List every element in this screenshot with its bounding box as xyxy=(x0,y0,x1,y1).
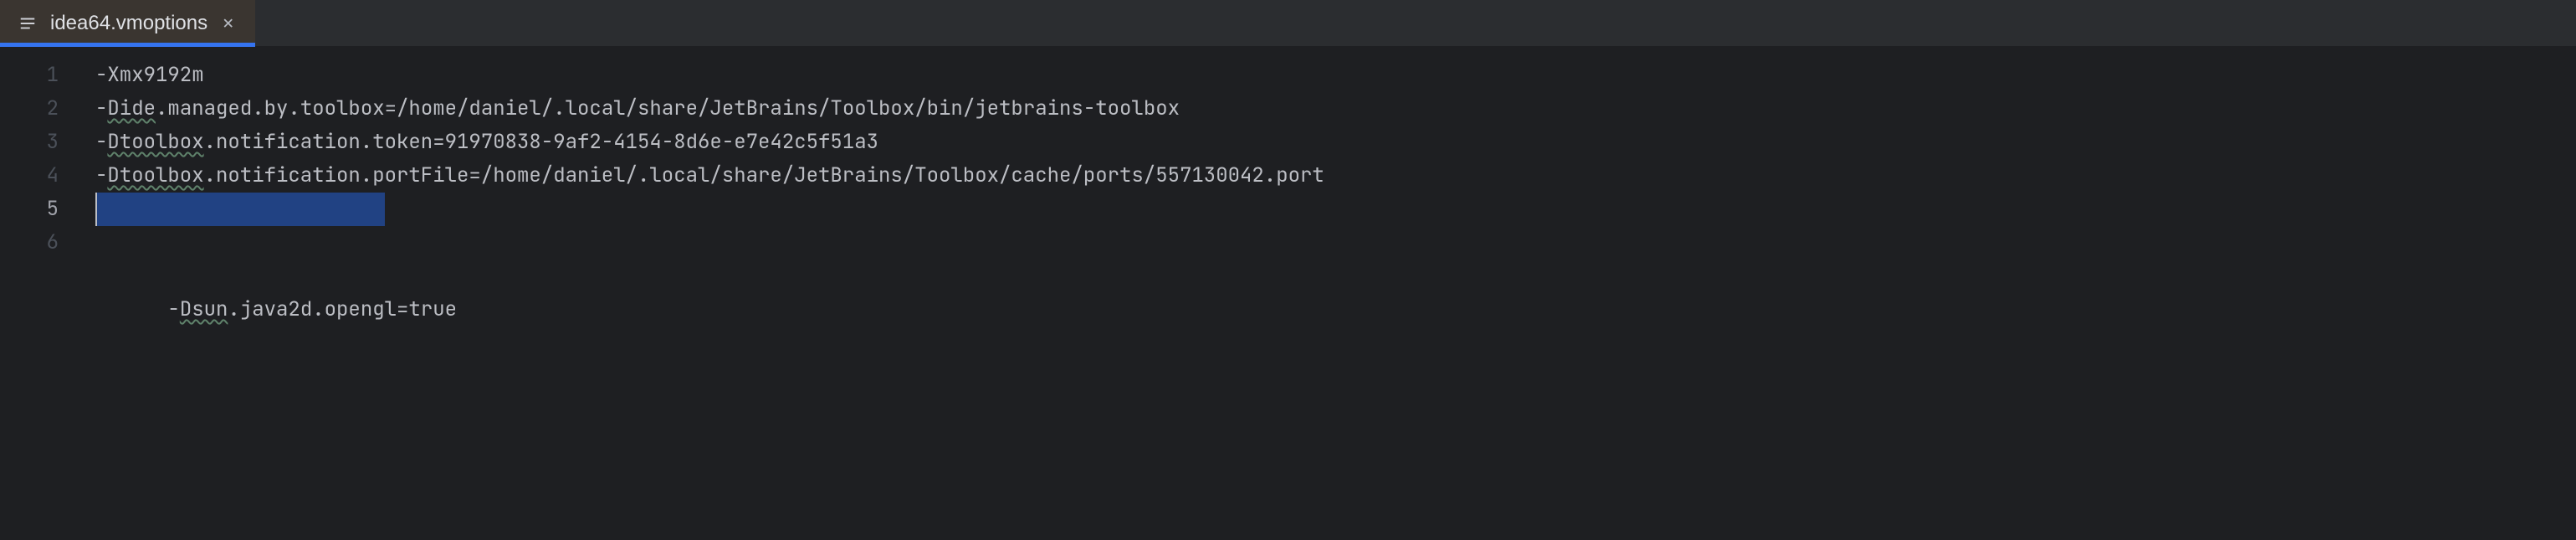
line-number: 3 xyxy=(0,126,82,159)
code-text: -Dtoolbox.notification.portFile=/home/da… xyxy=(95,162,1324,188)
code-line[interactable] xyxy=(82,226,2576,260)
tab-bar: idea64.vmoptions ✕ xyxy=(0,0,2576,47)
line-number: 6 xyxy=(0,226,82,260)
selection-highlight xyxy=(95,193,385,226)
code-text: -Dsun.java2d.opengl=true xyxy=(167,296,457,322)
close-icon[interactable]: ✕ xyxy=(221,13,235,34)
code-line[interactable]: -Dtoolbox.notification.portFile=/home/da… xyxy=(82,159,2576,193)
file-icon xyxy=(18,14,37,33)
code-line[interactable]: -Dtoolbox.notification.token=91970838-9a… xyxy=(82,126,2576,159)
code-area[interactable]: -Xmx9192m -Dide.managed.by.toolbox=/home… xyxy=(82,47,2576,540)
tab-idea64-vmoptions[interactable]: idea64.vmoptions ✕ xyxy=(0,0,255,46)
line-number: 5 xyxy=(0,193,82,226)
code-line[interactable]: -Xmx9192m xyxy=(82,59,2576,92)
code-line[interactable]: -Dsun.java2d.opengl=true xyxy=(82,193,2576,226)
code-text: -Dide.managed.by.toolbox=/home/daniel/.l… xyxy=(95,95,1180,121)
code-text: -Dtoolbox.notification.token=91970838-9a… xyxy=(95,129,878,155)
tab-label: idea64.vmoptions xyxy=(50,12,207,35)
line-number: 4 xyxy=(0,159,82,193)
caret xyxy=(95,193,97,226)
code-text: -Xmx9192m xyxy=(95,62,204,88)
code-line[interactable]: -Dide.managed.by.toolbox=/home/daniel/.l… xyxy=(82,92,2576,126)
line-number: 1 xyxy=(0,59,82,92)
line-number: 2 xyxy=(0,92,82,126)
gutter: 1 2 3 4 5 6 xyxy=(0,47,82,540)
editor[interactable]: 1 2 3 4 5 6 -Xmx9192m -Dide.managed.by.t… xyxy=(0,47,2576,540)
